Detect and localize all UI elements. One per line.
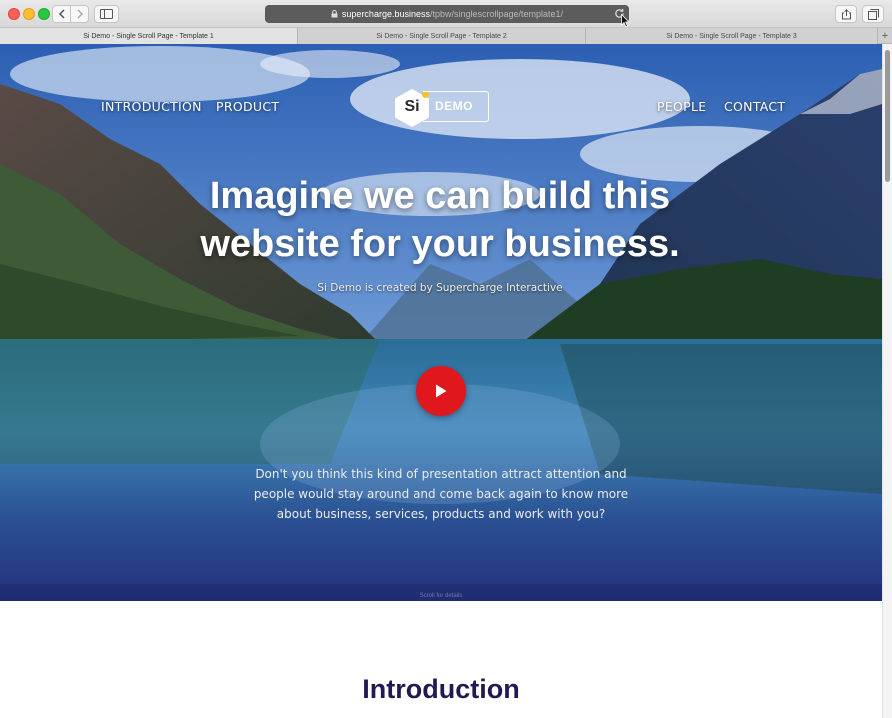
browser-titlebar: supercharge.business/tpbw/singlescrollpa… (0, 0, 892, 28)
hero-description-line-3: about business, services, products and w… (276, 507, 606, 521)
sidebar-toggle-button[interactable] (94, 5, 119, 23)
share-icon (841, 8, 851, 19)
hero-title-line-1: Imagine we can build this (209, 175, 671, 217)
hero-description-line-2: people would stay around and come back a… (253, 487, 629, 501)
tabs-icon (867, 8, 879, 20)
browser-tabbar: Si Demo - Single Scroll Page - Template … (0, 28, 892, 44)
play-icon (436, 384, 447, 398)
scrollbar-thumb[interactable] (885, 50, 890, 182)
browser-tab[interactable]: Si Demo - Single Scroll Page - Template … (298, 28, 586, 44)
url-path: /tpbw/singlescrollpage/template1/ (429, 9, 564, 19)
introduction-section: Introduction (0, 601, 882, 718)
lock-icon (331, 10, 338, 18)
tab-overview-button[interactable] (862, 5, 884, 23)
section-title: Introduction (362, 674, 520, 704)
nav-link-introduction[interactable]: INTRODUCTION (101, 99, 202, 114)
nav-link-contact[interactable]: CONTACT (724, 99, 785, 114)
logo-text: DEMO (435, 99, 473, 113)
close-window-button[interactable] (8, 8, 20, 20)
chevron-left-icon (58, 9, 65, 19)
hero-subtitle: Si Demo is created by Supercharge Intera… (317, 282, 563, 294)
site-logo[interactable]: Si DEMO (393, 88, 491, 127)
nav-link-product[interactable]: PRODUCT (216, 99, 279, 114)
play-video-button[interactable] (416, 366, 466, 416)
chevron-right-icon (76, 9, 83, 19)
minimize-window-button[interactable] (23, 8, 35, 20)
mouse-cursor-icon (621, 14, 630, 28)
hero-description: Don't you think this kind of presentatio… (240, 464, 642, 524)
nav-link-people[interactable]: PEOPLE (657, 99, 706, 114)
forward-button[interactable] (70, 5, 89, 23)
hero-title-line-2: website for your business. (200, 223, 680, 265)
scroll-hint[interactable]: Scroll for details (380, 593, 502, 599)
hero-title: Imagine we can build this website for yo… (140, 172, 740, 268)
url-domain: supercharge.business (341, 9, 430, 19)
browser-tab[interactable]: Si Demo - Single Scroll Page - Template … (586, 28, 878, 44)
browser-tab-active[interactable]: Si Demo - Single Scroll Page - Template … (0, 28, 298, 44)
share-button[interactable] (835, 5, 857, 23)
hero-description-line-1: Don't you think this kind of presentatio… (255, 467, 627, 481)
back-button[interactable] (52, 5, 71, 23)
sidebar-icon (100, 9, 113, 19)
address-bar[interactable]: supercharge.business/tpbw/singlescrollpa… (265, 5, 629, 23)
new-tab-button[interactable]: + (878, 28, 892, 43)
zoom-window-button[interactable] (38, 8, 50, 20)
hero-section: INTRODUCTION PRODUCT Si DEMO PEOPLE CONT… (0, 44, 882, 601)
